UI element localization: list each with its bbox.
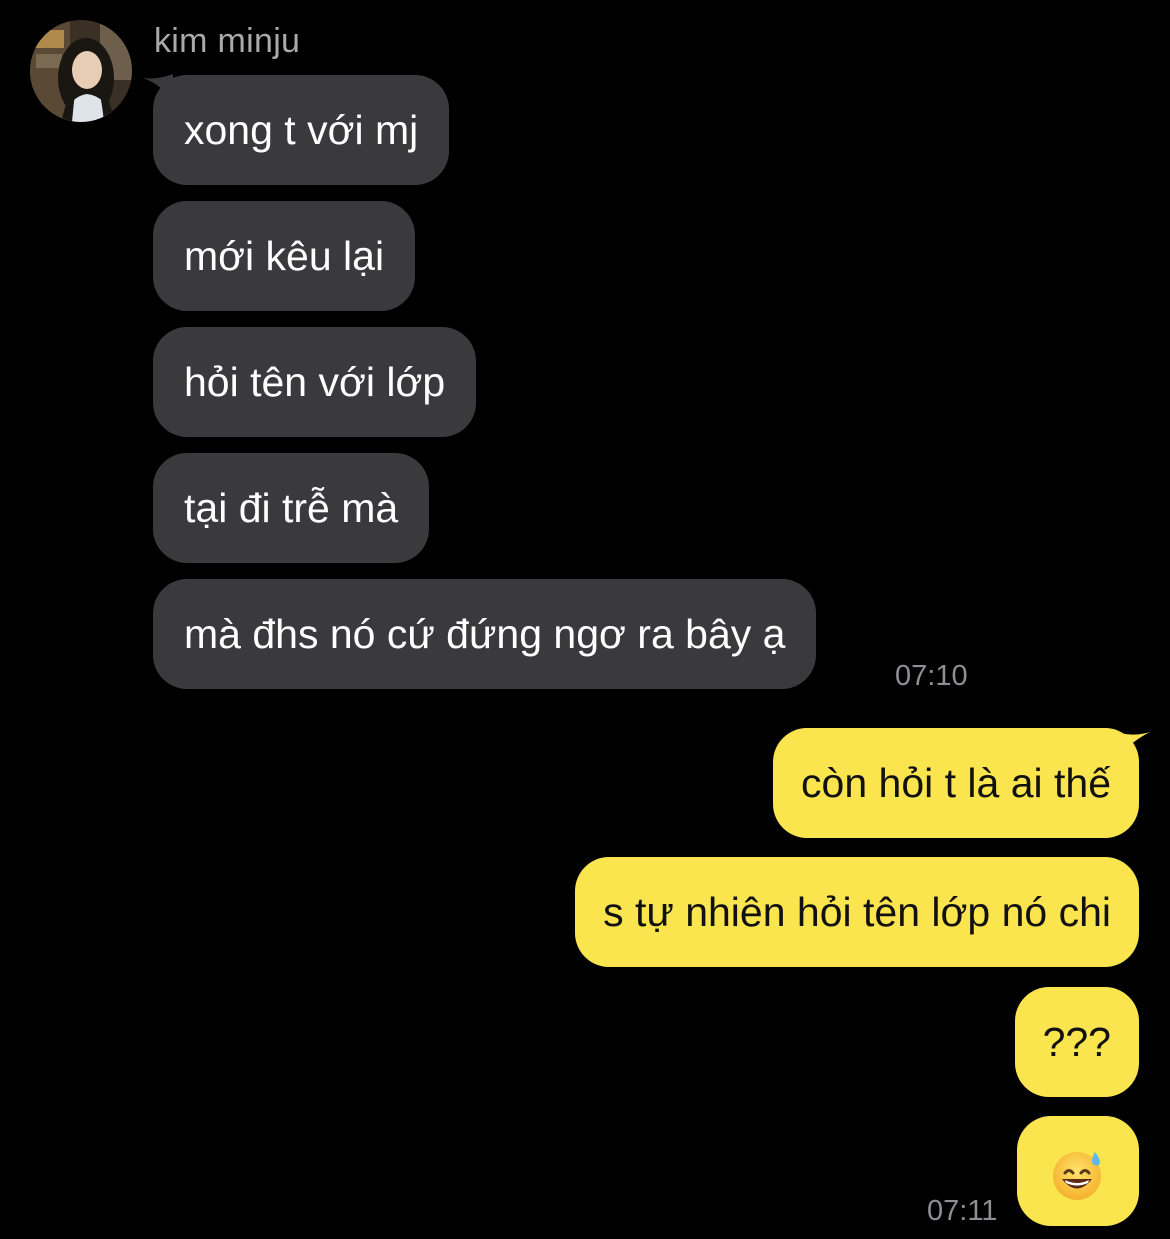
- incoming-message[interactable]: mà đhs nó cứ đứng ngơ ra bây ạ: [153, 579, 817, 689]
- message-text: mà đhs nó cứ đứng ngơ ra bây ạ: [184, 611, 786, 657]
- sender-name: kim minju: [154, 22, 301, 60]
- incoming-message[interactable]: xong t với mj: [153, 75, 450, 185]
- message-text: xong t với mj: [184, 107, 419, 153]
- incoming-message[interactable]: mới kêu lại: [153, 201, 416, 311]
- outgoing-emoji-message[interactable]: 😅: [1017, 1116, 1139, 1226]
- message-text: ???: [1042, 1019, 1111, 1065]
- avatar-photo-icon: [30, 20, 132, 122]
- grinning-sweat-emoji-icon: [1053, 1152, 1101, 1201]
- outgoing-message[interactable]: còn hỏi t là ai thế: [773, 728, 1139, 838]
- message-text: còn hỏi t là ai thế: [801, 760, 1111, 806]
- incoming-timestamp: 07:10: [895, 660, 968, 692]
- incoming-message[interactable]: tại đi trễ mà: [153, 453, 430, 563]
- message-text: hỏi tên với lớp: [184, 359, 446, 405]
- message-text: tại đi trễ mà: [184, 485, 399, 531]
- incoming-message[interactable]: hỏi tên với lớp: [153, 327, 477, 437]
- sender-avatar[interactable]: [30, 20, 132, 122]
- outgoing-message[interactable]: ???: [1014, 987, 1139, 1097]
- outgoing-message[interactable]: s tự nhiên hỏi tên lớp nó chi: [575, 857, 1139, 967]
- outgoing-timestamp: 07:11: [927, 1195, 998, 1227]
- message-text: mới kêu lại: [184, 233, 385, 279]
- message-text: s tự nhiên hỏi tên lớp nó chi: [603, 889, 1111, 935]
